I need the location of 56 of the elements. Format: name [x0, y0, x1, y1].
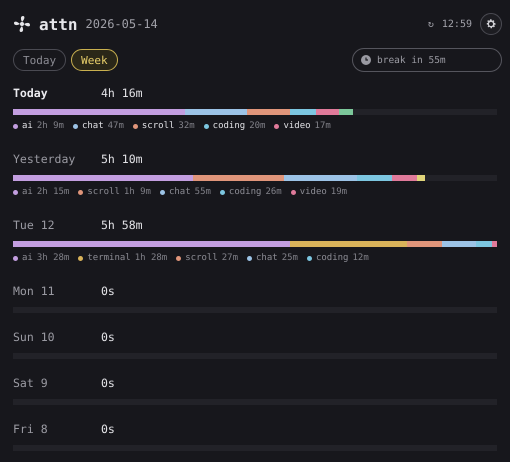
category-duration: 2h 15m: [36, 187, 70, 197]
category-duration: 3h 28m: [36, 253, 70, 263]
app-name: attn: [39, 14, 78, 34]
category-name: scroll: [87, 187, 120, 197]
category-name: coding: [228, 187, 262, 197]
day-label: Sun 10: [13, 330, 56, 344]
category-name: chat: [168, 187, 191, 197]
category-name: chat: [82, 121, 104, 131]
day-total: 5h 58m: [101, 218, 143, 232]
day-total: 0s: [101, 422, 115, 436]
sync-icon: ↻: [428, 18, 434, 30]
day-total: 5h 10m: [101, 152, 143, 166]
break-input[interactable]: break in 55m: [377, 54, 487, 66]
day-label: Fri 8: [13, 422, 49, 436]
day-label: Mon 11: [13, 284, 56, 298]
day-label: Sat 9: [13, 376, 49, 390]
day-label: Today: [13, 86, 49, 100]
settings-icon: [485, 18, 497, 30]
category-duration: 12m: [352, 253, 369, 263]
category-duration: 55m: [194, 187, 211, 197]
category-duration: 26m: [265, 187, 282, 197]
category-duration: 32m: [178, 121, 195, 131]
category-name: coding: [212, 121, 246, 131]
settings-button[interactable]: [480, 13, 502, 35]
time-label: 12:59: [442, 18, 472, 30]
category-name: terminal: [87, 253, 131, 263]
range-tab[interactable]: Today: [13, 49, 66, 71]
day-total: 0s: [101, 284, 115, 298]
category-name: ai: [22, 187, 33, 197]
category-duration: 17m: [314, 121, 331, 131]
fan-logo-icon: [13, 15, 31, 33]
day-label: Tue 12: [13, 218, 56, 232]
day-total: 0s: [101, 330, 115, 344]
range-tab[interactable]: Week: [71, 49, 118, 71]
category-name: ai: [22, 121, 33, 131]
category-duration: 47m: [108, 121, 124, 131]
category-duration: 1h 9m: [124, 187, 151, 197]
category-duration: 20m: [249, 121, 266, 131]
category-name: scroll: [185, 253, 218, 263]
day-total: 0s: [101, 376, 115, 390]
day-label: Yesterday: [13, 152, 76, 166]
category-name: ai: [22, 253, 33, 263]
break-field[interactable]: break in 55m: [352, 48, 502, 72]
category-name: chat: [256, 253, 278, 263]
category-duration: 2h 9m: [36, 121, 64, 131]
date-label: 2026-05-14: [86, 17, 158, 31]
category-name: scroll: [142, 121, 174, 131]
clock-icon: [361, 55, 371, 65]
day-total: 4h 16m: [101, 86, 143, 100]
category-duration: 19m: [330, 187, 348, 197]
category-duration: 1h 28m: [134, 253, 168, 263]
category-name: coding: [316, 253, 348, 263]
category-name: video: [283, 121, 311, 131]
category-duration: 27m: [222, 253, 238, 263]
category-name: video: [300, 187, 327, 197]
category-duration: 25m: [282, 253, 298, 263]
